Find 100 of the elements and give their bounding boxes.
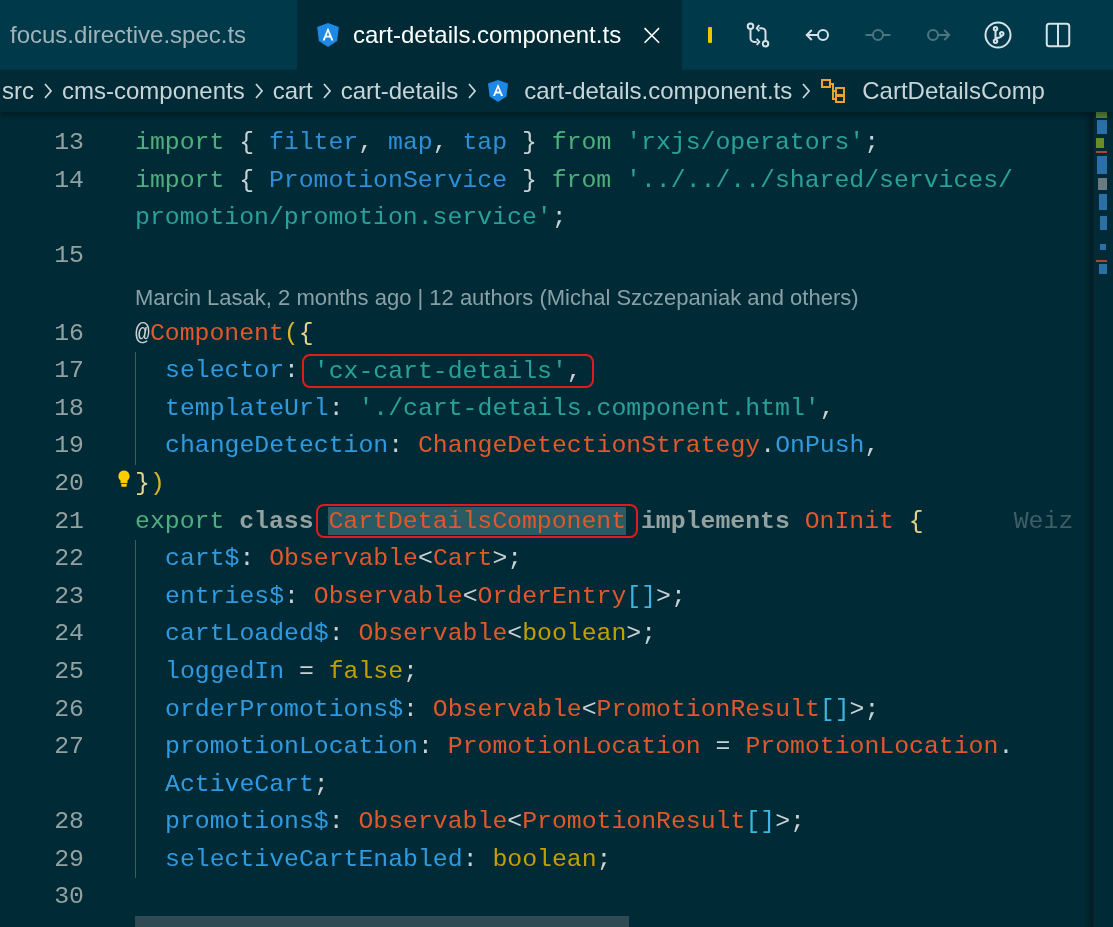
code-token: import (135, 164, 225, 196)
code-token: } (135, 467, 150, 499)
code-token: Component (149, 317, 284, 349)
line-number: 29 (54, 843, 84, 875)
code-token: class (239, 505, 315, 537)
code-token: : (328, 392, 345, 424)
code-token: from (551, 164, 613, 196)
code-token: { (238, 164, 256, 196)
code-token: : (328, 806, 345, 838)
code-token: PromotionLocation (745, 731, 999, 763)
code-token: PromotionResult (522, 806, 746, 838)
code-token: cartLoaded$ (165, 618, 329, 650)
code-token: ) (149, 467, 165, 499)
code-token: PromotionService (268, 164, 508, 196)
code-token: ; (551, 202, 567, 234)
code-token: PromotionLocation (447, 731, 701, 763)
code-token: < (507, 806, 523, 838)
code-token: promotions$ (165, 806, 329, 838)
chevron-right-icon (466, 81, 479, 101)
code-token: , (566, 356, 582, 385)
code-token: entries$ (165, 580, 285, 612)
code-token: [] (819, 693, 850, 725)
code-token: false (328, 655, 404, 687)
code-token: ChangeDetectionStrategy (418, 430, 761, 462)
line-number: 13 (54, 127, 84, 159)
chevron-right-icon (800, 81, 813, 101)
breadcrumb-item[interactable]: cart-details.component.ts (524, 73, 793, 109)
code-token: < (581, 693, 597, 725)
code-token: < (418, 543, 433, 575)
line-number: 20 (54, 467, 84, 499)
code-token: 'rxjs/operators' (626, 127, 865, 159)
line-number: 24 (54, 618, 84, 650)
code-token: cart$ (165, 543, 240, 575)
code-token: boolean (492, 843, 597, 875)
code-token: ActiveCart (165, 768, 314, 800)
lightbulb-icon[interactable] (117, 468, 131, 489)
code-token: OnInit (804, 505, 895, 537)
editor-tab[interactable]: cart-details.component.ts × (297, 0, 683, 70)
marker-icon (708, 25, 714, 45)
code-token: { (298, 317, 314, 349)
code-token: = (297, 655, 315, 687)
code-token: . (760, 430, 776, 462)
chevron-right-icon (42, 81, 54, 101)
code-token: >; (656, 580, 686, 612)
code-token: tap (462, 127, 508, 159)
code-token: >; (626, 618, 657, 650)
code-token: , (432, 127, 449, 159)
branch-icon[interactable] (983, 20, 1014, 50)
line-number: 28 (54, 806, 84, 838)
code-token: { (238, 127, 256, 159)
line-number: 14 (54, 164, 84, 196)
line-number: 22 (54, 543, 84, 575)
line-number: 16 (54, 317, 84, 349)
code-token: loggedIn (165, 655, 285, 687)
line-number: 26 (54, 693, 84, 725)
breadcrumb-item[interactable]: CartDetailsComp (862, 73, 1045, 109)
code-token: < (462, 580, 478, 612)
code-token: >; (775, 806, 805, 838)
code-token: 'cx-cart-details' (313, 356, 567, 385)
line-number: 27 (54, 731, 84, 763)
code-token: Observable (269, 543, 418, 575)
code-token: ; (596, 843, 612, 875)
line-number: 21 (54, 505, 84, 537)
line-number: 17 (54, 355, 84, 387)
code-token: >; (849, 693, 880, 725)
code-token: templateUrl (165, 392, 329, 424)
code-token: Observable (358, 806, 508, 838)
code-token: Observable (432, 693, 582, 725)
code-token: : (388, 430, 405, 462)
breadcrumb-item[interactable]: src (2, 73, 34, 109)
code-token: , (358, 127, 375, 159)
breadcrumb-item[interactable]: cart-details (340, 73, 459, 109)
code-token: ( (283, 317, 299, 349)
blame-hint: Weiz (1013, 505, 1074, 537)
code-token: Cart (432, 543, 493, 575)
close-tab-button[interactable]: × (639, 20, 665, 50)
code-token: , (864, 430, 880, 462)
code-token: : (284, 580, 300, 612)
code-token: { (908, 505, 924, 537)
code-token: map (388, 127, 433, 159)
blame-annotation[interactable]: Marcin Lasak, 2 months ago | 12 authors (Michal Szczepaniak and others) (135, 281, 859, 315)
code-token: = (714, 731, 732, 763)
code-token: @ (135, 317, 150, 349)
code-token: Observable (358, 618, 508, 650)
code-token: : (418, 731, 434, 763)
code-token: : (403, 693, 419, 725)
code-token: './cart-details.component.html' (358, 392, 820, 424)
code-token: } (520, 164, 538, 196)
code-token: '../../../shared/services/ (626, 164, 1013, 196)
code-token: : (284, 355, 300, 387)
code-token: export (135, 505, 226, 537)
breadcrumb-item[interactable]: cms-components (62, 73, 245, 109)
line-number: 23 (54, 580, 84, 612)
code-token: implements (639, 505, 791, 537)
code-token: [] (626, 580, 657, 612)
line-number: 18 (54, 392, 84, 424)
breadcrumb-item[interactable]: cart (272, 73, 313, 109)
code-token: : (239, 543, 256, 575)
code-token: < (507, 618, 523, 650)
chevron-right-icon (320, 81, 333, 101)
